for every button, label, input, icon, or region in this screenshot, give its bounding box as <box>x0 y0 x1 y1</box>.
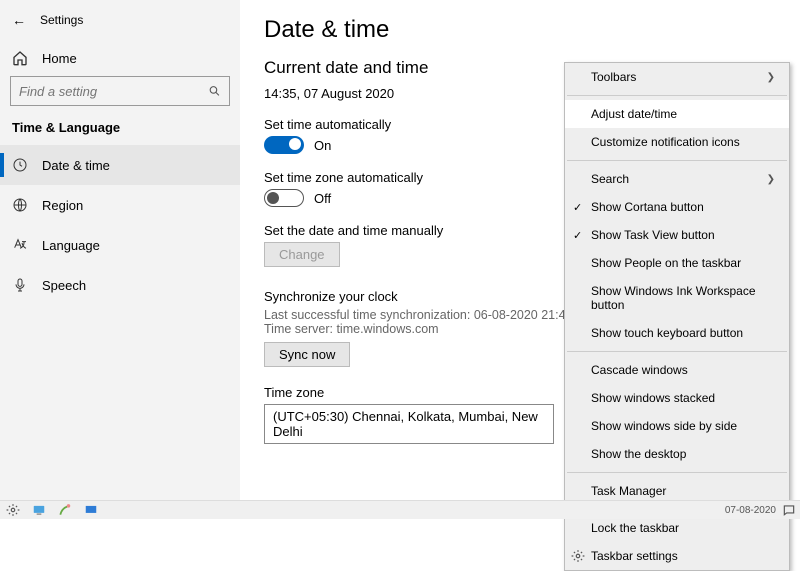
change-button: Change <box>264 242 340 267</box>
gear-icon <box>571 549 585 563</box>
context-menu-separator <box>567 351 787 352</box>
context-menu-item[interactable]: Show Task View button <box>565 221 789 249</box>
context-menu-item-label: Adjust date/time <box>591 107 677 121</box>
context-menu-item[interactable]: Show windows side by side <box>565 412 789 440</box>
timezone-dropdown[interactable]: (UTC+05:30) Chennai, Kolkata, Mumbai, Ne… <box>264 404 554 444</box>
context-menu-item[interactable]: Toolbars ❯ <box>565 63 789 91</box>
sidebar-category: Time & Language <box>0 114 240 145</box>
nav-language[interactable]: Language <box>0 225 240 265</box>
context-menu-item-label: Toolbars <box>591 70 636 84</box>
taskbar-icon-3[interactable] <box>56 501 74 519</box>
back-button[interactable]: ← <box>12 12 36 28</box>
toggle-state: On <box>314 138 331 153</box>
globe-icon <box>12 197 28 213</box>
context-menu-item[interactable]: Customize notification icons <box>565 128 789 156</box>
taskbar-icon-2[interactable] <box>30 501 48 519</box>
context-menu-item-label: Show People on the taskbar <box>591 256 741 270</box>
context-menu-item-label: Show windows stacked <box>591 391 715 405</box>
context-menu-item-label: Search <box>591 172 629 186</box>
sidebar: ← Settings Home Time & Language Date & t… <box>0 0 240 500</box>
taskbar[interactable]: 07-08-2020 <box>0 500 800 519</box>
search-box[interactable] <box>10 76 230 106</box>
page-title: Date & time <box>264 16 776 44</box>
window-title: Settings <box>36 13 83 27</box>
language-icon <box>12 237 28 253</box>
nav-label: Speech <box>42 278 86 293</box>
context-menu-item-label: Cascade windows <box>591 363 688 377</box>
sidebar-home[interactable]: Home <box>0 40 240 76</box>
notification-icon[interactable] <box>782 503 796 517</box>
context-menu-item[interactable]: Search ❯ <box>565 165 789 193</box>
search-icon <box>208 84 221 98</box>
context-menu-item-label: Show the desktop <box>591 447 686 461</box>
context-menu-item[interactable]: Show touch keyboard button <box>565 319 789 347</box>
clock-icon <box>12 157 28 173</box>
context-menu-item-label: Show windows side by side <box>591 419 737 433</box>
context-menu-separator <box>567 472 787 473</box>
context-menu-item[interactable]: Taskbar settings <box>565 542 789 570</box>
taskbar-clock[interactable]: 07-08-2020 <box>725 505 776 516</box>
toggle-state: Off <box>314 191 331 206</box>
microphone-icon <box>12 277 28 293</box>
search-input[interactable] <box>19 84 208 99</box>
context-menu-item-label: Taskbar settings <box>591 549 678 563</box>
search-wrap <box>0 76 240 114</box>
chevron-right-icon: ❯ <box>767 174 775 185</box>
context-menu-item-label: Show touch keyboard button <box>591 326 743 340</box>
context-menu-item[interactable]: Show the desktop <box>565 440 789 468</box>
toggle-switch-on <box>264 136 304 154</box>
nav-speech[interactable]: Speech <box>0 265 240 305</box>
sidebar-home-label: Home <box>42 51 77 66</box>
taskbar-right: 07-08-2020 <box>725 503 796 517</box>
sync-now-button[interactable]: Sync now <box>264 342 350 367</box>
context-menu-item-label: Task Manager <box>591 484 666 498</box>
context-menu-item-label: Show Cortana button <box>591 200 704 214</box>
nav-date-time[interactable]: Date & time <box>0 145 240 185</box>
taskbar-icon-1[interactable] <box>4 501 22 519</box>
context-menu-item[interactable]: Show windows stacked <box>565 384 789 412</box>
nav-label: Language <box>42 238 100 253</box>
nav-region[interactable]: Region <box>0 185 240 225</box>
context-menu-item[interactable]: Show Windows Ink Workspace button <box>565 277 789 319</box>
nav-label: Date & time <box>42 158 110 173</box>
sidebar-header: ← Settings <box>0 0 240 40</box>
context-menu-item-label: Show Task View button <box>591 228 715 242</box>
chevron-right-icon: ❯ <box>767 72 775 83</box>
context-menu-item-label: Lock the taskbar <box>591 521 679 535</box>
taskbar-icon-4[interactable] <box>82 501 100 519</box>
taskbar-context-menu: Toolbars ❯ Adjust date/time Customize notif… <box>564 62 790 571</box>
context-menu-separator <box>567 160 787 161</box>
context-menu-item-label: Show Windows Ink Workspace button <box>591 284 775 312</box>
home-icon <box>12 50 28 66</box>
nav-label: Region <box>42 198 83 213</box>
context-menu-item-label: Customize notification icons <box>591 135 740 149</box>
toggle-switch-off <box>264 189 304 207</box>
context-menu-separator <box>567 95 787 96</box>
context-menu-item[interactable]: Show Cortana button <box>565 193 789 221</box>
context-menu-item[interactable]: Show People on the taskbar <box>565 249 789 277</box>
nav-list: Date & time Region Language Speech <box>0 145 240 305</box>
context-menu-item[interactable]: Cascade windows <box>565 356 789 384</box>
context-menu-item[interactable]: Adjust date/time <box>565 100 789 128</box>
